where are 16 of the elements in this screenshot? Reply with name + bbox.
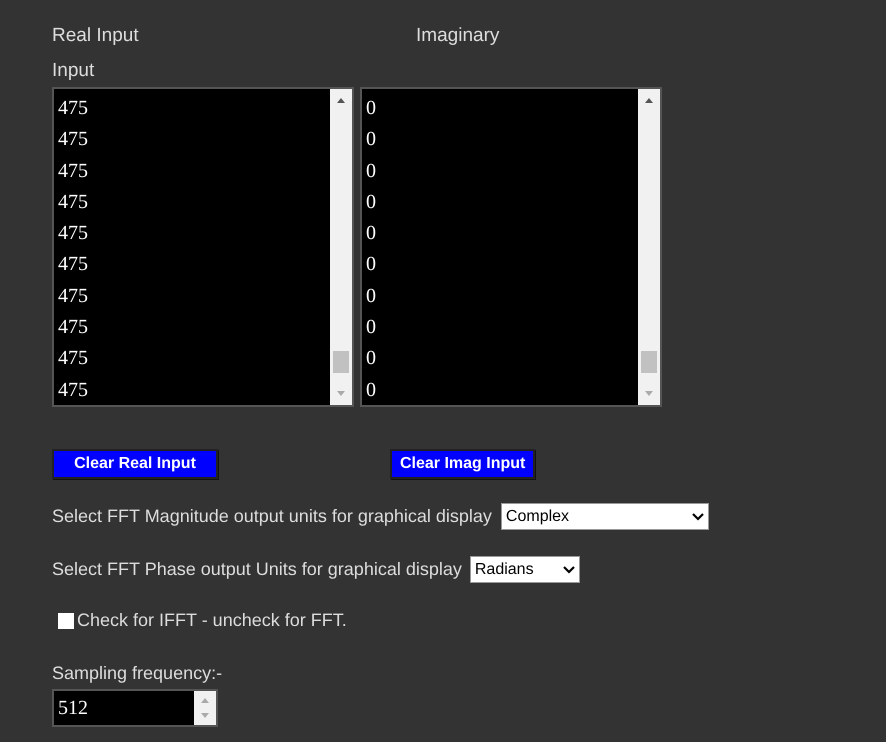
real-input-label: Real Input — [52, 24, 140, 48]
ifft-checkbox-label: Check for IFFT - uncheck for FFT. — [77, 609, 347, 632]
chevron-down-icon — [562, 566, 575, 574]
sampling-frequency-field[interactable]: 512 — [52, 689, 218, 727]
clear-imag-input-button[interactable]: Clear Imag Input — [390, 449, 536, 479]
chevron-down-icon — [692, 512, 704, 520]
phase-units-select[interactable]: Radians — [470, 556, 580, 583]
magnitude-units-select[interactable]: Complex — [500, 503, 709, 530]
input-label: Input — [52, 60, 94, 80]
phase-units-label: Select FFT Phase output Units for graphical display — [52, 558, 462, 581]
ifft-checkbox[interactable] — [58, 612, 74, 628]
magnitude-units-label: Select FFT Magnitude output units for graphical display — [52, 505, 492, 528]
imaginary-label: Imaginary — [416, 24, 500, 48]
clear-real-input-button[interactable]: Clear Real Input — [52, 449, 218, 479]
spinner-arrows-icon[interactable] — [194, 691, 216, 725]
sampling-frequency-label: Sampling frequency:- — [52, 663, 222, 683]
